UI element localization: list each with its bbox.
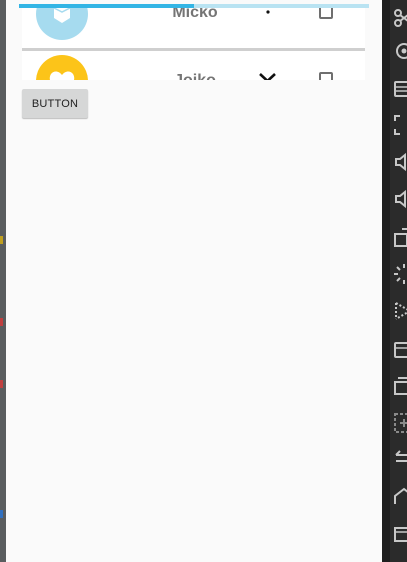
edge-marker — [0, 510, 3, 518]
list-item-name: Micko — [172, 8, 218, 21]
avatar-bucket-icon — [36, 8, 88, 40]
back-icon[interactable] — [392, 446, 407, 470]
list-item-name: Jojko — [140, 72, 250, 80]
volume-up-icon[interactable] — [392, 187, 407, 211]
close-icon — [250, 72, 286, 80]
edge-marker — [0, 318, 3, 326]
overview-icon[interactable] — [392, 521, 407, 545]
camera-icon[interactable] — [392, 337, 407, 361]
emulator-toolbar — [390, 0, 407, 562]
edge-marker — [0, 236, 3, 244]
avatar — [36, 8, 88, 40]
fullscreen-icon[interactable] — [392, 113, 407, 137]
location-icon[interactable] — [392, 40, 407, 64]
home-icon[interactable] — [392, 484, 407, 508]
window-icon[interactable] — [392, 374, 407, 398]
list-item[interactable]: Jojko — [22, 51, 365, 80]
user-list[interactable]: Micko Jojko — [22, 8, 365, 80]
emulator-gutter — [382, 0, 390, 562]
device-screen: Micko Jojko BUTTON — [6, 0, 382, 562]
avatar-heart-icon — [36, 55, 88, 80]
dot-icon — [250, 8, 286, 29]
list-item[interactable]: Micko — [22, 8, 365, 48]
volume-down-icon[interactable] — [392, 150, 407, 174]
list-item-checkbox[interactable] — [319, 8, 333, 19]
list-item-checkbox[interactable] — [319, 72, 333, 80]
avatar — [36, 55, 88, 80]
layers-icon[interactable] — [392, 77, 407, 101]
edge-marker — [0, 380, 3, 388]
rotate-icon[interactable] — [392, 225, 407, 249]
action-button[interactable]: BUTTON — [22, 89, 88, 118]
scissors-icon[interactable] — [392, 6, 407, 30]
screen-record-icon[interactable] — [392, 299, 407, 323]
zoom-icon[interactable] — [392, 411, 407, 435]
spinner-icon[interactable] — [392, 262, 407, 286]
